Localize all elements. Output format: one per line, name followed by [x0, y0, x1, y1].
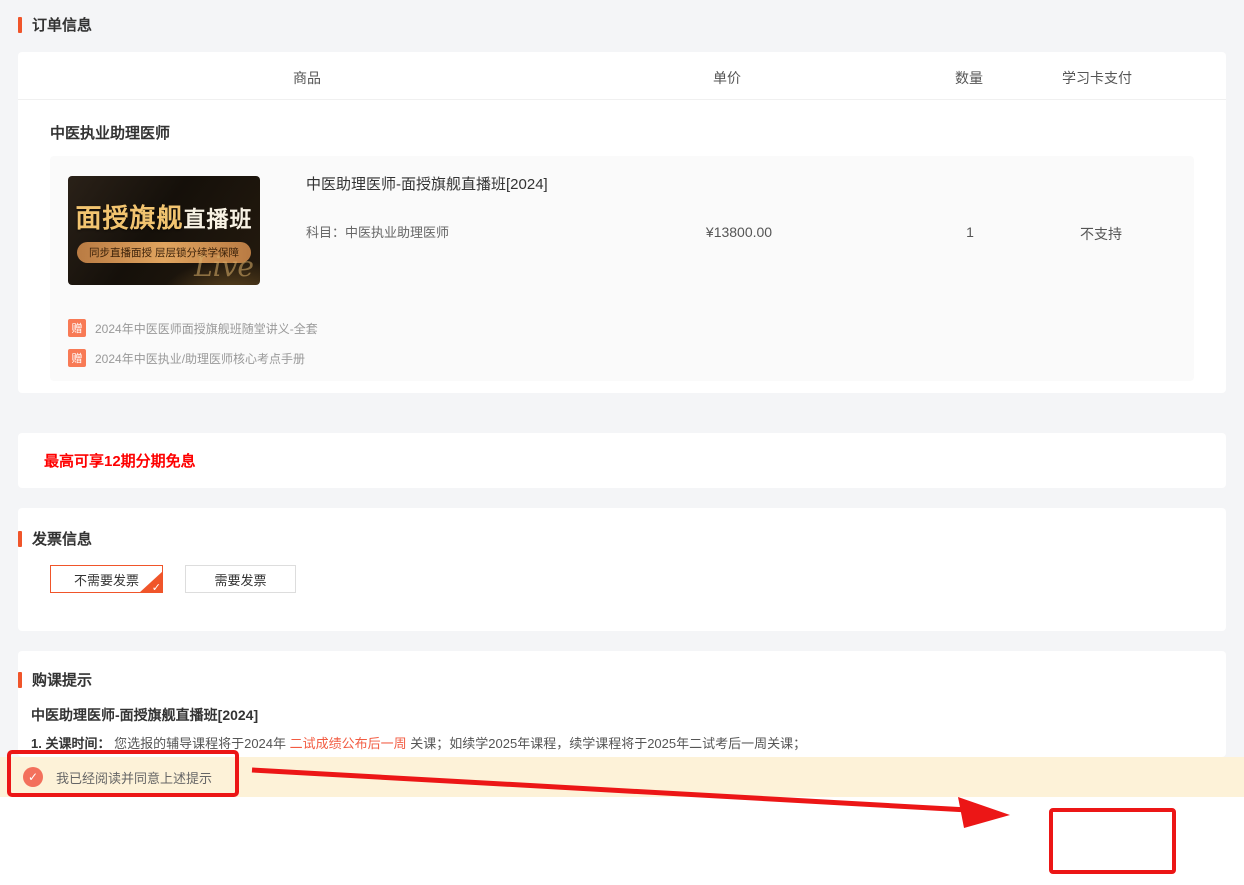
order-card: 商品 单价 数量 学习卡支付 中医执业助理医师 面授旗舰直播班 同步直播面授 层… — [18, 52, 1226, 393]
section-accent-bar — [18, 16, 22, 33]
tips-course-title: 中医助理医师-面授旗舰直播班[2024] — [31, 707, 259, 723]
installment-card: 最高可享12期分期免息 — [18, 433, 1226, 488]
order-section-title-text: 订单信息 — [32, 17, 93, 34]
product-title: 中医助理医师-面授旗舰直播班[2024] — [306, 176, 548, 193]
order-table-header: 商品 单价 数量 学习卡支付 — [18, 52, 1226, 100]
agree-label: 我已经阅读并同意上述提示 — [56, 770, 213, 786]
invoice-option-no-invoice[interactable]: 不需要发票 ✓ — [50, 565, 163, 594]
checkout-page: 订单信息 商品 单价 数量 学习卡支付 中医执业助理医师 面授旗舰直播班 同步直… — [0, 0, 1244, 885]
product-quantity: 1 — [966, 224, 974, 240]
installment-promo-text: 最高可享12期分期免息 — [44, 453, 196, 470]
invoice-section-title-text: 发票信息 — [32, 531, 93, 548]
column-header-product: 商品 — [293, 70, 321, 86]
tips-close-time-line: 1. 关课时间： 您选报的辅导课程将于2024年 二试成绩公布后一周 关课；如续… — [31, 733, 806, 752]
section-accent-bar — [18, 671, 22, 688]
check-icon: ✓ — [151, 582, 161, 594]
product-card-pay-support: 不支持 — [1080, 226, 1122, 242]
product-unit-price: ¥13800.00 — [705, 224, 773, 240]
product-row: 面授旗舰直播班 同步直播面授 层层锁分续学保障 Live 中医助理医师-面授旗舰… — [50, 156, 1194, 381]
invoice-option-need-invoice[interactable]: 需要发票 — [185, 565, 296, 593]
gift-text: 2024年中医医师面授旗舰班随堂讲义-全套 — [95, 321, 318, 336]
column-header-unit-price: 单价 — [713, 70, 741, 86]
cover-live-watermark: Live — [194, 250, 254, 283]
tips-section-title-text: 购课提示 — [32, 672, 93, 689]
tips-text-after: 关课；如续学2025年课程，续学课程将于2025年二试考后一周关课； — [410, 736, 807, 751]
tips-section-title: 购课提示 — [18, 669, 92, 690]
gift-item: 赠 2024年中医医师面授旗舰班随堂讲义-全套 — [68, 318, 318, 338]
gift-item: 赠 2024年中医执业/助理医师核心考点手册 — [68, 348, 305, 368]
column-header-quantity: 数量 — [955, 70, 983, 86]
invoice-card: 发票信息 不需要发票 ✓ 需要发票 — [18, 508, 1226, 631]
cover-title: 面授旗舰直播班 — [75, 203, 253, 233]
invoice-section-title: 发票信息 — [18, 528, 92, 549]
invoice-option-label: 不需要发票 — [73, 572, 139, 588]
purchase-tips-card: 购课提示 中医助理医师-面授旗舰直播班[2024] 1. 关课时间： 您选报的辅… — [18, 651, 1226, 757]
invoice-option-label: 需要发票 — [214, 572, 267, 588]
tips-text-before: 您选报的辅导课程将于2024年 — [114, 736, 287, 751]
column-header-card-pay: 学习卡支付 — [1062, 70, 1132, 86]
checkout-footer: 商品总价：¥13,800.00 邮费：¥0.00 实付金额： ¥13,800.0… — [0, 797, 1244, 885]
gift-badge-icon: 赠 — [68, 319, 86, 337]
product-subject: 科目：中医执业助理医师 — [306, 225, 450, 240]
agree-bar: ✓ 我已经阅读并同意上述提示 — [0, 757, 1244, 797]
agree-checkbox[interactable]: ✓ — [23, 767, 43, 787]
gift-text: 2024年中医执业/助理医师核心考点手册 — [95, 351, 306, 366]
section-accent-bar — [18, 530, 22, 547]
course-cover-image[interactable]: 面授旗舰直播班 同步直播面授 层层锁分续学保障 Live — [68, 176, 260, 285]
gift-badge-icon: 赠 — [68, 349, 86, 367]
tips-highlight-link[interactable]: 二试成绩公布后一周 — [290, 736, 407, 751]
product-group-title: 中医执业助理医师 — [50, 125, 171, 142]
order-section-title: 订单信息 — [18, 14, 92, 35]
tips-close-time-label: 1. 关课时间： — [31, 736, 111, 751]
